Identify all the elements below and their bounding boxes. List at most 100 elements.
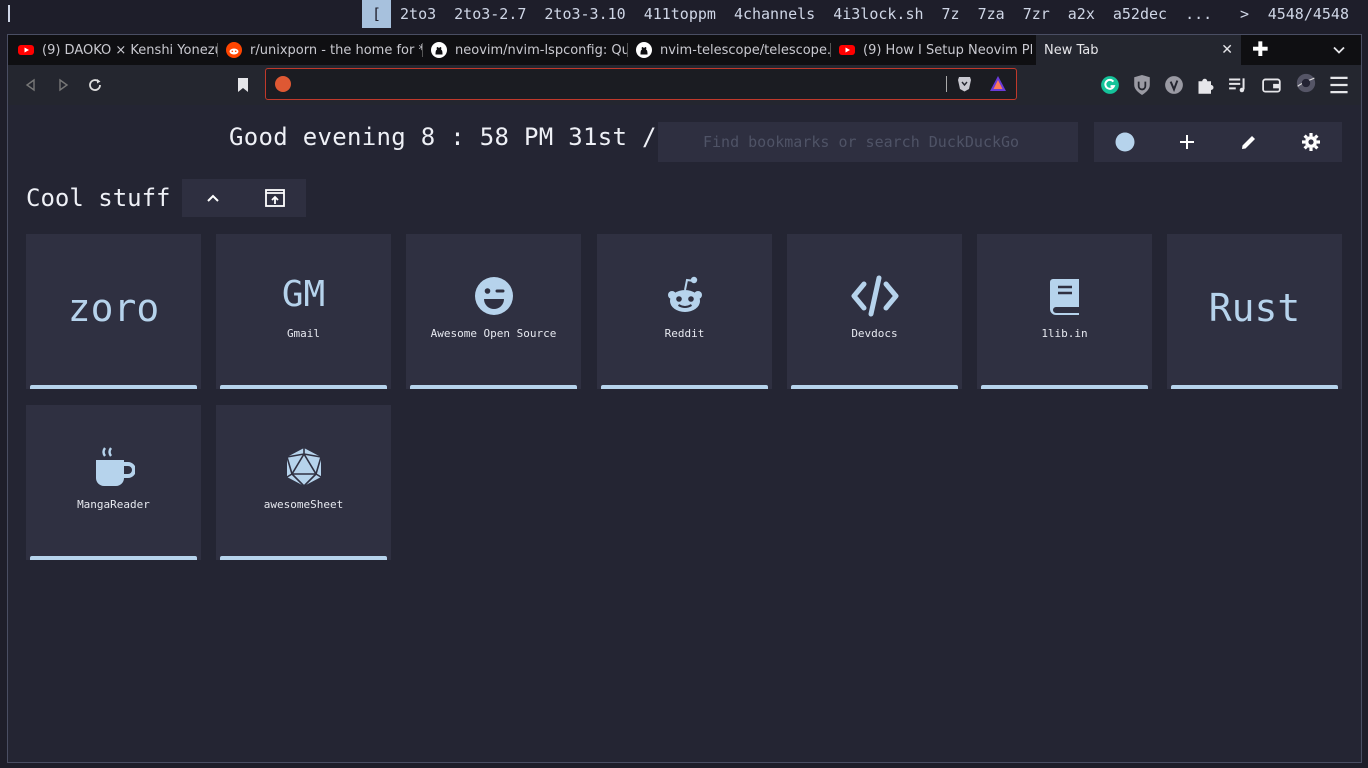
dmenu-items: [ 2to3 2to3-2.7 2to3-3.10 411toppm 4chan… bbox=[362, 0, 1221, 28]
dmenu-item[interactable]: 7z bbox=[933, 0, 969, 28]
tab-new-tab[interactable]: New Tab ✕ bbox=[1036, 35, 1241, 65]
close-tab-icon[interactable]: ✕ bbox=[1221, 42, 1233, 58]
dmenu-item[interactable]: 7za bbox=[969, 0, 1014, 28]
tab-youtube-daoko[interactable]: (9) DAOKO × Kenshi Yonezu bbox=[18, 35, 218, 65]
bookmark-tile-reddit[interactable]: Reddit bbox=[597, 234, 772, 389]
coffee-mug-icon bbox=[95, 447, 135, 486]
dmenu-input[interactable]: [ bbox=[362, 0, 392, 28]
bookmark-icon[interactable] bbox=[233, 75, 253, 95]
youtube-icon bbox=[839, 45, 855, 55]
bookmark-tile-mangareader[interactable]: MangaReader bbox=[26, 405, 201, 560]
browser-toolbar bbox=[8, 65, 1361, 105]
brave-rewards-icon[interactable] bbox=[990, 76, 1006, 91]
bookmark-tile-awesome-open-source[interactable]: Awesome Open Source bbox=[406, 234, 581, 389]
new-tab-page: Good evening 8 : 58 PM 31st / Jul Cool s… bbox=[8, 105, 1361, 762]
collapse-group-button[interactable] bbox=[182, 179, 244, 217]
grammarly-icon[interactable] bbox=[1100, 75, 1120, 95]
dmenu-item[interactable]: a52dec bbox=[1104, 0, 1176, 28]
chevron-down-icon[interactable] bbox=[1332, 43, 1346, 57]
tab-title: r/unixporn - the home for *N bbox=[250, 42, 423, 58]
extensions-puzzle-icon[interactable] bbox=[1196, 75, 1216, 95]
tile-label: MangaReader bbox=[77, 498, 150, 511]
reload-icon[interactable] bbox=[85, 75, 105, 95]
tab-github-telescope[interactable]: nvim-telescope/telescope.nv bbox=[636, 35, 831, 65]
theme-toggle-button[interactable] bbox=[1094, 122, 1156, 162]
tile-label: Reddit bbox=[664, 327, 705, 340]
tab-youtube-neovim[interactable]: (9) How I Setup Neovim Plug bbox=[839, 35, 1032, 65]
tile-accent-bar bbox=[30, 556, 197, 560]
ublock-icon[interactable] bbox=[1132, 75, 1152, 95]
tab-separator bbox=[627, 43, 628, 57]
bookmark-tile-gmail[interactable]: GM Gmail bbox=[216, 234, 391, 389]
tab-reddit-unixporn[interactable]: r/unixporn - the home for *N bbox=[226, 35, 423, 65]
wallet-icon[interactable] bbox=[1262, 75, 1282, 95]
add-bookmark-button[interactable] bbox=[1156, 122, 1218, 162]
search-input[interactable] bbox=[658, 122, 1078, 162]
reddit-alien-icon bbox=[667, 276, 702, 312]
d20-icon bbox=[285, 448, 322, 488]
avatar[interactable] bbox=[1296, 73, 1316, 93]
code-icon bbox=[851, 275, 898, 317]
address-divider bbox=[946, 76, 947, 92]
dmenu-item[interactable]: 7zr bbox=[1014, 0, 1059, 28]
duckduckgo-icon bbox=[275, 76, 291, 92]
bookmark-tile-1lib[interactable]: 1lib.in bbox=[977, 234, 1152, 389]
open-in-new-icon bbox=[265, 189, 285, 207]
tile-label: Devdocs bbox=[851, 327, 898, 340]
address-bar[interactable] bbox=[265, 68, 1017, 100]
greeting-clock: Good evening 8 : 58 PM 31st / Jul bbox=[229, 123, 716, 151]
dmenu-item[interactable]: 4i3lock.sh bbox=[824, 0, 932, 28]
open-all-button[interactable] bbox=[244, 179, 306, 217]
edit-button[interactable] bbox=[1218, 122, 1280, 162]
brave-shields-icon[interactable] bbox=[957, 76, 972, 92]
browser-window: (9) DAOKO × Kenshi Yonezu r/unixporn - t… bbox=[7, 34, 1362, 763]
dmenu-item[interactable]: 2to3-3.10 bbox=[535, 0, 634, 28]
tile-label: Gmail bbox=[286, 327, 321, 340]
vimium-icon[interactable] bbox=[1164, 75, 1184, 95]
tab-title: (9) How I Setup Neovim Plug bbox=[863, 42, 1032, 58]
bookmark-tile-awesomesheet[interactable]: awesomeSheet bbox=[216, 405, 391, 560]
tile-accent-bar bbox=[1171, 385, 1338, 389]
bookmark-tile-rust[interactable]: Rust bbox=[1167, 234, 1342, 389]
tile-accent-bar bbox=[30, 385, 197, 389]
url-input[interactable] bbox=[302, 73, 946, 95]
hamburger-menu-icon[interactable] bbox=[1329, 75, 1349, 95]
plus-icon bbox=[1180, 135, 1194, 149]
book-icon bbox=[1049, 279, 1079, 315]
dmenu-item[interactable]: a2x bbox=[1059, 0, 1104, 28]
tab-title: (9) DAOKO × Kenshi Yonezu bbox=[42, 42, 218, 58]
dmenu-item[interactable]: 4channels bbox=[725, 0, 824, 28]
dmenu-item[interactable]: 411toppm bbox=[635, 0, 725, 28]
dmenu-bar: [ 2to3 2to3-2.7 2to3-3.10 411toppm 4chan… bbox=[0, 0, 1368, 28]
gear-icon bbox=[1302, 133, 1320, 151]
media-playlist-icon[interactable] bbox=[1228, 75, 1248, 95]
forward-icon[interactable] bbox=[53, 75, 73, 95]
tile-accent-bar bbox=[410, 385, 577, 389]
tile-label: awesomeSheet bbox=[263, 498, 344, 511]
pencil-icon bbox=[1242, 136, 1255, 149]
tile-label: 1lib.in bbox=[1041, 327, 1088, 340]
tab-strip: (9) DAOKO × Kenshi Yonezu r/unixporn - t… bbox=[8, 35, 1361, 65]
tile-text: Rust bbox=[1208, 286, 1301, 330]
bookmark-tile-zoro[interactable]: zoro bbox=[26, 234, 201, 389]
github-icon bbox=[636, 42, 652, 58]
github-icon bbox=[431, 42, 447, 58]
tile-abbreviation: GM bbox=[281, 274, 326, 315]
tile-label: Awesome Open Source bbox=[430, 327, 557, 340]
tile-accent-bar bbox=[981, 385, 1148, 389]
new-tab-plus-icon[interactable]: ✚ bbox=[1252, 39, 1269, 59]
dmenu-item[interactable]: 2to3 bbox=[391, 0, 445, 28]
youtube-icon bbox=[18, 45, 34, 55]
wink-face-icon bbox=[474, 277, 513, 315]
tab-title: nvim-telescope/telescope.nv bbox=[660, 42, 831, 58]
action-buttons bbox=[1094, 122, 1342, 162]
tile-accent-bar bbox=[601, 385, 768, 389]
dmenu-ellipsis: ... bbox=[1185, 5, 1213, 23]
tile-accent-bar bbox=[220, 556, 387, 560]
tab-github-lspconfig[interactable]: neovim/nvim-lspconfig: Qui bbox=[431, 35, 628, 65]
dmenu-match-count: 4548/4548 bbox=[1267, 5, 1349, 23]
back-icon[interactable] bbox=[21, 75, 41, 95]
bookmark-tile-devdocs[interactable]: Devdocs bbox=[787, 234, 962, 389]
settings-button[interactable] bbox=[1280, 122, 1342, 162]
dmenu-item[interactable]: 2to3-2.7 bbox=[445, 0, 535, 28]
